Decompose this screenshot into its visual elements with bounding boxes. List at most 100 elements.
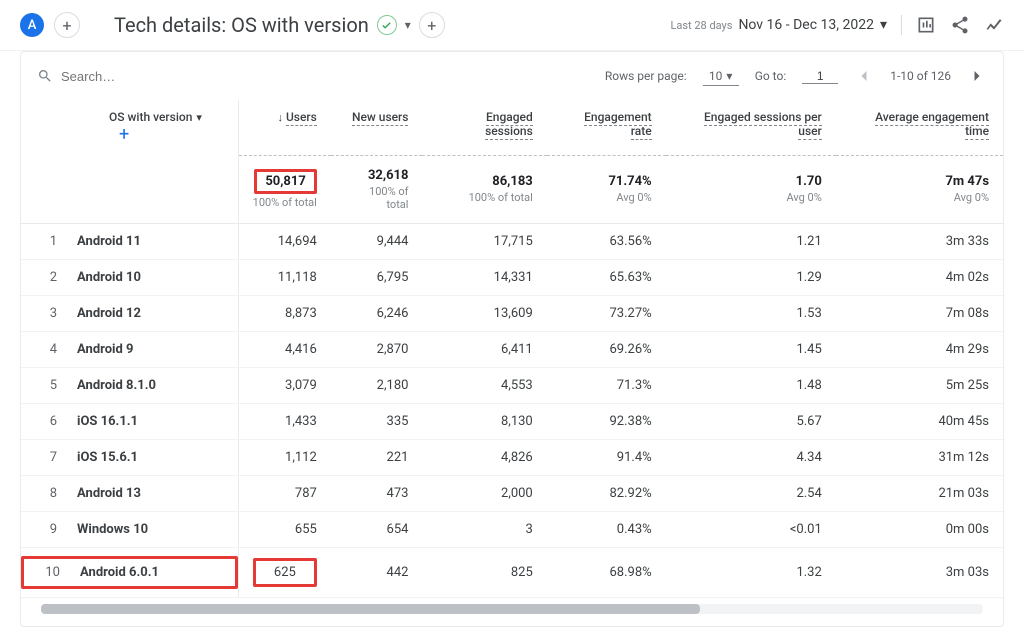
goto-label: Go to: <box>755 69 787 83</box>
data-cell: 7m 08s <box>836 295 1003 331</box>
add-button-title[interactable]: + <box>419 12 445 38</box>
prev-page-icon[interactable] <box>854 66 874 86</box>
horizontal-scrollbar[interactable] <box>41 604 983 614</box>
chevron-down-icon: ▾ <box>196 111 202 124</box>
data-cell: 91.4% <box>547 439 666 475</box>
totals-cell: 7m 47sAvg 0% <box>836 155 1003 223</box>
data-cell: 787 <box>238 475 331 511</box>
col-header-engperuser[interactable]: Engaged sessions per user <box>666 100 836 155</box>
data-cell: 4,416 <box>238 331 331 367</box>
table-row[interactable]: 4Android 94,4162,8706,41169.26%1.454m 29… <box>21 331 1003 367</box>
table-row[interactable]: 6iOS 16.1.11,4333358,13092.38%5.6740m 45… <box>21 403 1003 439</box>
col-header-avgtime[interactable]: Average engagement time <box>836 100 1003 155</box>
data-cell: 69.26% <box>547 331 666 367</box>
data-cell: 1.45 <box>666 331 836 367</box>
data-cell: 2,180 <box>331 367 423 403</box>
data-cell: 73.27% <box>547 295 666 331</box>
col-header-engaged[interactable]: Engaged sessions <box>422 100 546 155</box>
data-cell: 3m 03s <box>836 547 1003 597</box>
table-row[interactable]: 9Windows 1065565430.43%<0.010m 00s <box>21 511 1003 547</box>
data-cell: 473 <box>331 475 423 511</box>
data-cell: 21m 03s <box>836 475 1003 511</box>
date-range-label: Last 28 days <box>670 19 732 32</box>
share-icon[interactable] <box>950 15 970 35</box>
insights-icon[interactable] <box>984 15 1004 35</box>
data-cell: 825 <box>422 547 546 597</box>
data-cell: 6,411 <box>422 331 546 367</box>
add-button-left[interactable]: + <box>54 12 80 38</box>
data-cell: 1,112 <box>238 439 331 475</box>
data-cell: 9,444 <box>331 223 423 259</box>
data-cell: 65.63% <box>547 259 666 295</box>
data-cell: 13,609 <box>422 295 546 331</box>
data-cell: 6,795 <box>331 259 423 295</box>
data-cell: 1.29 <box>666 259 836 295</box>
col-header-engrate[interactable]: Engagement rate <box>547 100 666 155</box>
next-page-icon[interactable] <box>967 66 987 86</box>
date-range-value: Nov 16 - Dec 13, 2022 <box>738 17 874 33</box>
data-cell: 654 <box>331 511 423 547</box>
data-table: OS with version ▾ + ↓ Users New users En… <box>21 100 1003 598</box>
table-row[interactable]: 1Android 1114,6949,44417,71563.56%1.213m… <box>21 223 1003 259</box>
check-icon <box>377 15 397 35</box>
pagination-range: 1-10 of 126 <box>890 69 951 83</box>
date-range-picker[interactable]: Last 28 days Nov 16 - Dec 13, 2022 ▾ <box>670 17 887 33</box>
title-dropdown-icon[interactable]: ▾ <box>405 18 411 32</box>
totals-cell: 50,817100% of total <box>238 155 331 223</box>
data-cell: 1.21 <box>666 223 836 259</box>
rows-per-page-label: Rows per page: <box>605 69 687 83</box>
divider <box>901 15 902 35</box>
search-wrap <box>37 68 595 84</box>
data-cell: 0.43% <box>547 511 666 547</box>
table-row[interactable]: 5Android 8.1.03,0792,1804,55371.3%1.485m… <box>21 367 1003 403</box>
top-bar: A + Tech details: OS with version ▾ + La… <box>0 0 1024 51</box>
data-cell: 4,826 <box>422 439 546 475</box>
col-header-newusers[interactable]: New users <box>331 100 423 155</box>
table-row[interactable]: 10Android 6.0.162544282568.98%1.323m 03s <box>21 547 1003 597</box>
data-cell: 335 <box>331 403 423 439</box>
data-cell: 4m 29s <box>836 331 1003 367</box>
table-row[interactable]: 8Android 137874732,00082.92%2.5421m 03s <box>21 475 1003 511</box>
edit-report-icon[interactable] <box>916 15 936 35</box>
data-cell: 1.32 <box>666 547 836 597</box>
totals-row: 50,817100% of total32,618100% of total86… <box>21 155 1003 223</box>
table-row[interactable]: 2Android 1011,1186,79514,33165.63%1.294m… <box>21 259 1003 295</box>
rows-per-page-select[interactable]: 10 ▾ <box>703 67 739 86</box>
add-dimension-button[interactable]: + <box>119 124 129 145</box>
data-cell: <0.01 <box>666 511 836 547</box>
avatar[interactable]: A <box>20 13 44 37</box>
totals-cell: 32,618100% of total <box>331 155 423 223</box>
data-cell: 442 <box>331 547 423 597</box>
data-cell: 17,715 <box>422 223 546 259</box>
search-icon <box>37 68 53 84</box>
chevron-down-icon: ▾ <box>726 69 732 83</box>
dimension-selector[interactable]: OS with version ▾ <box>109 110 202 124</box>
search-input[interactable] <box>61 69 261 84</box>
totals-cell: 1.70Avg 0% <box>666 155 836 223</box>
data-cell: 3m 33s <box>836 223 1003 259</box>
page-title-text: Tech details: OS with version <box>114 13 369 37</box>
data-cell: 5m 25s <box>836 367 1003 403</box>
data-cell: 11,118 <box>238 259 331 295</box>
data-cell: 0m 00s <box>836 511 1003 547</box>
data-cell: 31m 12s <box>836 439 1003 475</box>
table-row[interactable]: 7iOS 15.6.11,1122214,82691.4%4.3431m 12s <box>21 439 1003 475</box>
totals-cell: 71.74%Avg 0% <box>547 155 666 223</box>
data-cell: 3,079 <box>238 367 331 403</box>
totals-cell: 86,183100% of total <box>422 155 546 223</box>
data-cell: 14,694 <box>238 223 331 259</box>
data-cell: 1.48 <box>666 367 836 403</box>
data-table-card: Rows per page: 10 ▾ Go to: 1-10 of 126 O… <box>20 51 1004 627</box>
data-cell: 655 <box>238 511 331 547</box>
table-row[interactable]: 3Android 128,8736,24613,60973.27%1.537m … <box>21 295 1003 331</box>
chevron-down-icon: ▾ <box>880 17 887 33</box>
data-cell: 4m 02s <box>836 259 1003 295</box>
data-cell: 2.54 <box>666 475 836 511</box>
table-control-bar: Rows per page: 10 ▾ Go to: 1-10 of 126 <box>21 52 1003 100</box>
data-cell: 2,000 <box>422 475 546 511</box>
goto-input[interactable] <box>802 69 838 84</box>
data-cell: 92.38% <box>547 403 666 439</box>
scrollbar-thumb[interactable] <box>41 604 700 614</box>
col-header-users[interactable]: ↓ Users <box>238 100 331 155</box>
data-cell: 5.67 <box>666 403 836 439</box>
